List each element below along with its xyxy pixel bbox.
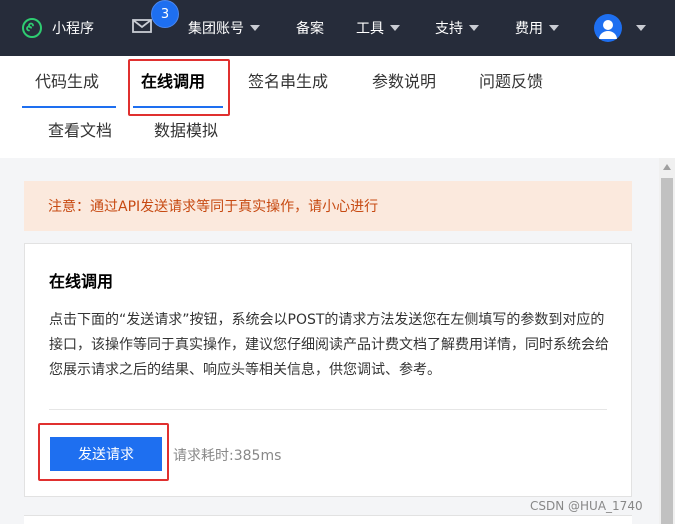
account-dropdown[interactable] xyxy=(636,0,646,56)
highlight-box-send-button xyxy=(38,423,169,481)
scrollbar-thumb[interactable] xyxy=(661,178,673,524)
brand-label: 小程序 xyxy=(52,21,94,37)
request-timing: 请求耗时:385ms xyxy=(173,448,282,464)
tab-underline-code-gen xyxy=(22,106,116,108)
brand-link[interactable]: 小程序 xyxy=(22,0,94,56)
notice-text: 注意：通过API发送请求等同于真实操作，请小心进行 xyxy=(48,199,379,215)
tools-label: 工具 xyxy=(356,21,384,37)
support-menu[interactable]: 支持 xyxy=(435,0,479,56)
chevron-down-icon xyxy=(250,25,260,31)
card-title: 在线调用 xyxy=(49,272,114,291)
support-label: 支持 xyxy=(435,21,463,37)
message-button[interactable] xyxy=(132,0,152,56)
group-account-menu[interactable]: 集团账号 xyxy=(188,0,260,56)
group-account-label: 集团账号 xyxy=(188,21,244,37)
notification-badge: 3 xyxy=(151,0,179,28)
chevron-down-icon xyxy=(390,25,400,31)
tab-bar: 代码生成 在线调用 签名串生成 参数说明 问题反馈 查看文档 数据模拟 xyxy=(0,56,675,159)
user-icon xyxy=(599,20,617,39)
card-description: 点击下面的“发送请求”按钮，系统会以POST的请求方法发送您在左侧填写的参数到对… xyxy=(49,312,609,378)
chevron-down-icon xyxy=(636,25,646,31)
highlight-box-tab xyxy=(128,59,230,116)
top-navigation-bar: 小程序 3 集团账号 备案 工具 支持 费用 xyxy=(0,0,675,56)
chevron-down-icon xyxy=(469,25,479,31)
user-avatar[interactable] xyxy=(594,14,622,42)
tab-signature-gen[interactable]: 签名串生成 xyxy=(248,71,328,93)
warning-notice: 注意：通过API发送请求等同于真实操作，请小心进行 xyxy=(24,181,632,231)
filing-label: 备案 xyxy=(296,21,324,37)
tab-data-mock[interactable]: 数据模拟 xyxy=(154,120,218,142)
divider xyxy=(49,409,607,410)
mail-icon xyxy=(132,18,152,38)
vertical-scrollbar[interactable] xyxy=(659,158,675,524)
tab-view-docs[interactable]: 查看文档 xyxy=(48,120,112,142)
filing-menu[interactable]: 备案 xyxy=(296,0,324,56)
tab-param-desc[interactable]: 参数说明 xyxy=(372,71,436,93)
scroll-up-arrow-icon[interactable] xyxy=(663,164,671,170)
tab-feedback[interactable]: 问题反馈 xyxy=(479,71,543,93)
tools-menu[interactable]: 工具 xyxy=(356,0,400,56)
fees-menu[interactable]: 费用 xyxy=(515,0,559,56)
chevron-down-icon xyxy=(549,25,559,31)
mini-program-icon xyxy=(22,18,42,38)
tab-code-gen[interactable]: 代码生成 xyxy=(35,71,99,93)
watermark: CSDN @HUA_1740 xyxy=(530,499,643,513)
fees-label: 费用 xyxy=(515,21,543,37)
